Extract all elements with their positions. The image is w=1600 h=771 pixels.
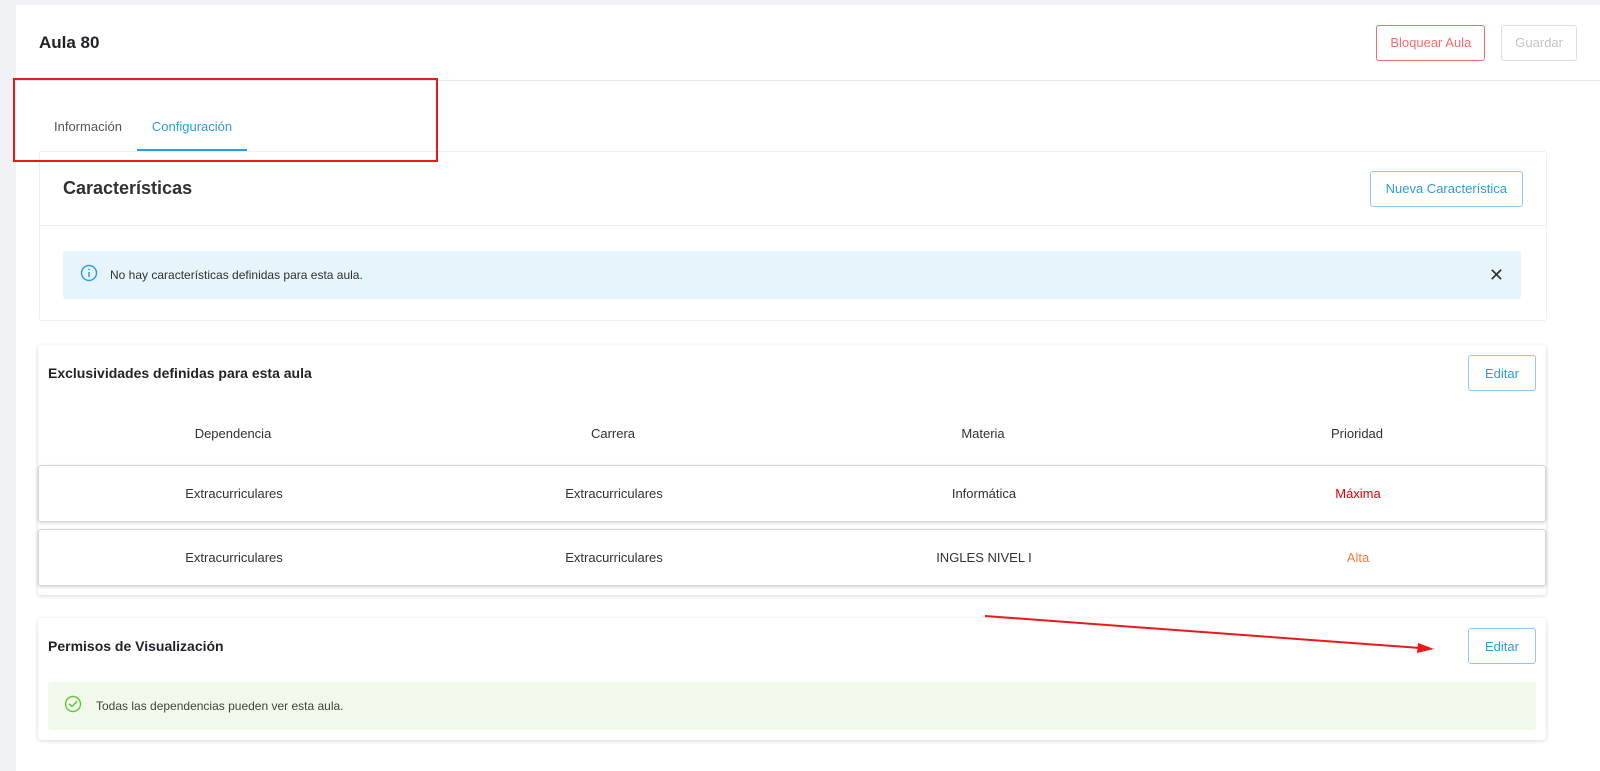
table-header: Dependencia Carrera Materia Prioridad bbox=[38, 401, 1546, 465]
save-button[interactable]: Guardar bbox=[1501, 24, 1577, 61]
cell-prioridad: Máxima bbox=[1335, 486, 1381, 501]
success-alert: Todas las dependencias pueden ver esta a… bbox=[48, 682, 1536, 730]
caracteristicas-header: Características Nueva Característica bbox=[40, 152, 1546, 226]
check-circle-icon bbox=[64, 695, 82, 718]
cell-carrera: Extracurriculares bbox=[565, 550, 663, 565]
permisos-header: Permisos de Visualización Editar bbox=[38, 618, 1546, 674]
edit-exclusividades-button[interactable]: Editar bbox=[1468, 355, 1536, 391]
cell-materia: Informática bbox=[951, 486, 1017, 501]
close-icon[interactable]: ✕ bbox=[1489, 266, 1504, 284]
page-header: Aula 80 Bloquear Aula Guardar bbox=[16, 5, 1600, 81]
info-alert: No hay características definidas para es… bbox=[63, 251, 1521, 299]
column-header-prioridad: Prioridad bbox=[1330, 425, 1384, 441]
success-alert-text: Todas las dependencias pueden ver esta a… bbox=[96, 699, 344, 713]
cell-dependencia: Extracurriculares bbox=[185, 550, 283, 565]
block-classroom-button[interactable]: Bloquear Aula bbox=[1376, 24, 1486, 61]
info-circle-icon bbox=[80, 264, 98, 287]
table-row: Extracurriculares Extracurriculares INGL… bbox=[38, 529, 1546, 586]
exclusividades-title: Exclusividades definidas para esta aula bbox=[48, 365, 312, 381]
table-row: Extracurriculares Extracurriculares Info… bbox=[38, 465, 1546, 522]
cell-dependencia: Extracurriculares bbox=[185, 486, 283, 501]
annotation-highlight-box bbox=[13, 78, 438, 162]
column-header-materia: Materia bbox=[961, 425, 1005, 441]
new-characteristic-button[interactable]: Nueva Característica bbox=[1369, 170, 1523, 207]
exclusividades-header: Exclusividades definidas para esta aula … bbox=[38, 345, 1546, 401]
header-actions: Bloquear Aula Guardar bbox=[1376, 24, 1577, 61]
column-header-carrera: Carrera bbox=[590, 425, 636, 441]
cell-carrera: Extracurriculares bbox=[565, 486, 663, 501]
permisos-title: Permisos de Visualización bbox=[48, 638, 224, 654]
edit-permisos-button[interactable]: Editar bbox=[1468, 628, 1536, 664]
caracteristicas-title: Características bbox=[63, 178, 193, 198]
page-title: Aula 80 bbox=[39, 32, 100, 52]
cell-prioridad: Alta bbox=[1346, 550, 1370, 565]
caracteristicas-card: Características Nueva Característica No … bbox=[39, 151, 1547, 321]
info-alert-text: No hay características definidas para es… bbox=[110, 268, 363, 282]
cell-materia: INGLES NIVEL I bbox=[936, 550, 1032, 565]
permisos-card: Permisos de Visualización Editar Todas l… bbox=[38, 618, 1546, 740]
exclusividades-card: Exclusividades definidas para esta aula … bbox=[38, 345, 1546, 595]
column-header-dependencia: Dependencia bbox=[194, 425, 272, 441]
